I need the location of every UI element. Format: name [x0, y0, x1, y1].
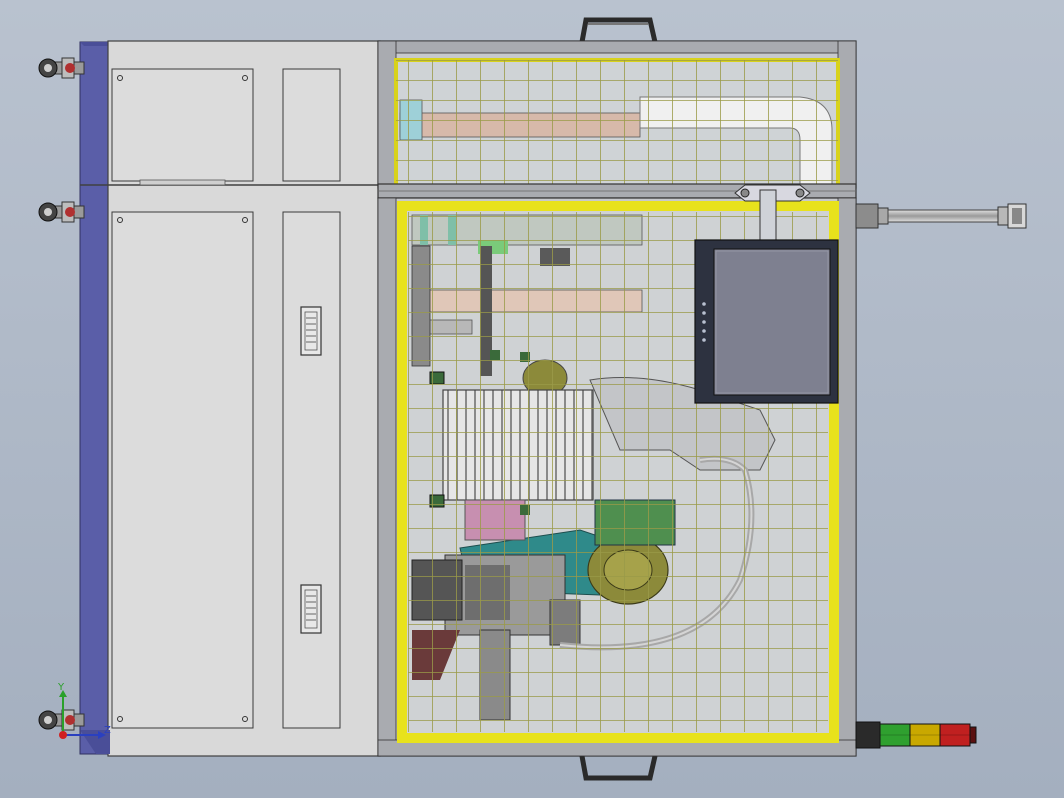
- electrical-cabinet: [79, 40, 381, 757]
- triad-y-label: Y: [57, 682, 65, 693]
- leveling-foot-top: [38, 57, 85, 79]
- lower-guard-section: [377, 184, 857, 757]
- carry-handle-bottom[interactable]: [579, 755, 658, 781]
- cad-viewport[interactable]: Y Z: [0, 0, 1064, 798]
- hmi-button[interactable]: [702, 329, 706, 333]
- door-handle-lower[interactable]: [300, 584, 322, 634]
- hmi-button[interactable]: [702, 302, 706, 306]
- carry-handle-top[interactable]: [579, 17, 658, 43]
- cabinet-side-strip: [79, 41, 111, 755]
- cabinet-main-door: [282, 211, 341, 729]
- cabinet-upper-panel: [111, 68, 254, 182]
- hmi-screen[interactable]: [713, 248, 831, 396]
- signal-tower-light: [855, 721, 977, 749]
- hmi-button[interactable]: [702, 320, 706, 324]
- upper-guard-section: [377, 40, 857, 189]
- hmi-button[interactable]: [702, 311, 706, 315]
- leveling-foot-middle: [38, 201, 85, 223]
- cabinet-main-panel: [111, 211, 254, 729]
- hmi-button[interactable]: [702, 338, 706, 342]
- pneumatic-cylinder: [855, 203, 1027, 229]
- leveling-foot-bottom: [38, 709, 85, 731]
- triad-z-label: Z: [104, 725, 111, 736]
- cabinet-upper-door: [282, 68, 341, 182]
- door-handle-upper[interactable]: [300, 306, 322, 356]
- hmi-monitor[interactable]: [694, 239, 839, 404]
